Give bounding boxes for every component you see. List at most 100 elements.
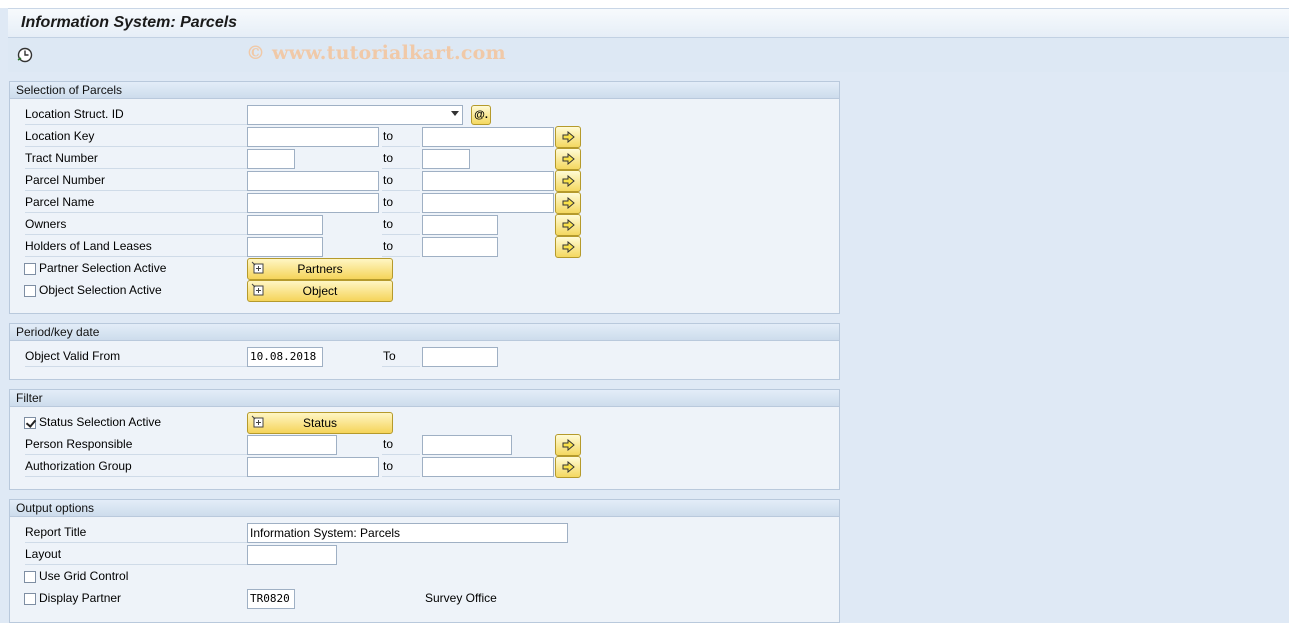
display-partner-checkbox[interactable] bbox=[24, 593, 36, 605]
tract-number-to-input[interactable] bbox=[422, 149, 470, 169]
arrow-right-icon bbox=[562, 439, 575, 451]
location-key-to-input[interactable] bbox=[422, 127, 554, 147]
multiple-selection-button[interactable] bbox=[555, 434, 581, 456]
row-location-struct: Location Struct. ID @. bbox=[10, 104, 839, 126]
to-label: to bbox=[382, 192, 420, 213]
row-location-key: Location Key to bbox=[10, 126, 839, 148]
partner-role-description: Survey Office bbox=[425, 591, 497, 605]
object-selection-label: Object Selection Active bbox=[39, 283, 162, 297]
multiple-selection-button[interactable] bbox=[555, 170, 581, 192]
valid-from-input[interactable]: 10.08.2018 bbox=[247, 347, 323, 367]
group-header-output: Output options bbox=[10, 500, 839, 517]
multiple-selection-button[interactable] bbox=[555, 456, 581, 478]
tract-number-label: Tract Number bbox=[25, 148, 250, 169]
display-partner-label: Display Partner bbox=[39, 591, 122, 605]
object-button-label: Object bbox=[302, 284, 338, 298]
status-button[interactable]: Status bbox=[247, 412, 393, 434]
row-owners: Owners to bbox=[10, 214, 839, 236]
selection-screen: Selection of Parcels Location Struct. ID… bbox=[0, 72, 1289, 623]
location-key-from-input[interactable] bbox=[247, 127, 379, 147]
authorization-group-to-input[interactable] bbox=[422, 457, 554, 477]
row-valid-from: Object Valid From 10.08.2018 To bbox=[10, 346, 839, 368]
row-grid-control: Use Grid Control bbox=[10, 566, 839, 588]
arrow-right-icon bbox=[562, 153, 575, 165]
chevron-down-icon[interactable] bbox=[451, 111, 459, 116]
arrow-right-icon bbox=[562, 131, 575, 143]
status-selection-checkbox[interactable] bbox=[24, 417, 36, 429]
parcel-name-from-input[interactable] bbox=[247, 193, 379, 213]
owners-from-input[interactable] bbox=[247, 215, 323, 235]
to-label: to bbox=[382, 434, 420, 455]
authorization-group-from-input[interactable] bbox=[247, 457, 379, 477]
group-filter: Filter Status Selection Active Status Pe… bbox=[9, 389, 840, 490]
grid-control-checkbox[interactable] bbox=[24, 571, 36, 583]
execute-clock-icon[interactable] bbox=[16, 46, 34, 64]
row-parcel-name: Parcel Name to bbox=[10, 192, 839, 214]
to-label: to bbox=[382, 236, 420, 257]
partner-role-input[interactable]: TR0820 bbox=[247, 589, 295, 609]
row-authorization-group: Authorization Group to bbox=[10, 456, 839, 478]
arrow-right-icon bbox=[562, 175, 575, 187]
row-tract-number: Tract Number to bbox=[10, 148, 839, 170]
person-responsible-to-input[interactable] bbox=[422, 435, 512, 455]
top-strip bbox=[0, 0, 1289, 8]
holders-label: Holders of Land Leases bbox=[25, 236, 250, 257]
multiple-selection-button[interactable] bbox=[555, 148, 581, 170]
to-label: to bbox=[382, 214, 420, 235]
parcel-name-label: Parcel Name bbox=[25, 192, 250, 213]
owners-to-input[interactable] bbox=[422, 215, 498, 235]
page-title: Information System: Parcels bbox=[21, 14, 238, 31]
to-label: to bbox=[382, 148, 420, 169]
group-output-options: Output options Report Title Information … bbox=[9, 499, 840, 623]
multiple-selection-button[interactable] bbox=[555, 236, 581, 258]
group-period-key-date: Period/key date Object Valid From 10.08.… bbox=[9, 323, 840, 380]
row-holders: Holders of Land Leases to bbox=[10, 236, 839, 258]
report-title-label: Report Title bbox=[25, 522, 250, 543]
group-selection-of-parcels: Selection of Parcels Location Struct. ID… bbox=[9, 81, 840, 314]
report-title-input[interactable]: Information System: Parcels bbox=[247, 523, 568, 543]
holders-from-input[interactable] bbox=[247, 237, 323, 257]
arrow-right-icon bbox=[562, 241, 575, 253]
partners-button[interactable]: Partners bbox=[247, 258, 393, 280]
multiple-selection-button[interactable] bbox=[555, 214, 581, 236]
holders-to-input[interactable] bbox=[422, 237, 498, 257]
valid-from-label: Object Valid From bbox=[25, 346, 250, 367]
object-selection-checkbox[interactable] bbox=[24, 285, 36, 297]
row-parcel-number: Parcel Number to bbox=[10, 170, 839, 192]
location-key-label: Location Key bbox=[25, 126, 250, 147]
row-report-title: Report Title Information System: Parcels bbox=[10, 522, 839, 544]
title-bar: Information System: Parcels bbox=[8, 8, 1289, 38]
row-person-responsible: Person Responsible to bbox=[10, 434, 839, 456]
at-button[interactable]: @. bbox=[471, 105, 491, 125]
row-display-partner: Display Partner TR0820 Survey Office bbox=[10, 588, 839, 610]
row-layout: Layout bbox=[10, 544, 839, 566]
arrow-right-icon bbox=[562, 461, 575, 473]
authorization-group-label: Authorization Group bbox=[25, 456, 250, 477]
location-struct-label: Location Struct. ID bbox=[25, 104, 250, 125]
location-struct-dropdown[interactable] bbox=[247, 105, 463, 125]
group-header-period: Period/key date bbox=[10, 324, 839, 341]
to-label: to bbox=[382, 126, 420, 147]
parcel-number-label: Parcel Number bbox=[25, 170, 250, 191]
layout-input[interactable] bbox=[247, 545, 337, 565]
status-button-label: Status bbox=[302, 416, 338, 430]
partner-selection-checkbox[interactable] bbox=[24, 263, 36, 275]
multiple-selection-button[interactable] bbox=[555, 192, 581, 214]
tract-number-from-input[interactable] bbox=[247, 149, 295, 169]
expand-selection-icon bbox=[251, 261, 264, 274]
parcel-number-to-input[interactable] bbox=[422, 171, 554, 191]
expand-selection-icon bbox=[251, 283, 264, 296]
multiple-selection-button[interactable] bbox=[555, 126, 581, 148]
expand-selection-icon bbox=[251, 415, 264, 428]
object-button[interactable]: Object bbox=[247, 280, 393, 302]
parcel-number-from-input[interactable] bbox=[247, 171, 379, 191]
arrow-right-icon bbox=[562, 197, 575, 209]
watermark-text: © www.tutorialkart.com bbox=[246, 42, 506, 64]
valid-to-input[interactable] bbox=[422, 347, 498, 367]
parcel-name-to-input[interactable] bbox=[422, 193, 554, 213]
partner-selection-label: Partner Selection Active bbox=[39, 261, 167, 275]
row-object-selection: Object Selection Active Object bbox=[10, 280, 839, 302]
group-header-selection: Selection of Parcels bbox=[10, 82, 839, 99]
person-responsible-from-input[interactable] bbox=[247, 435, 337, 455]
arrow-right-icon bbox=[562, 219, 575, 231]
